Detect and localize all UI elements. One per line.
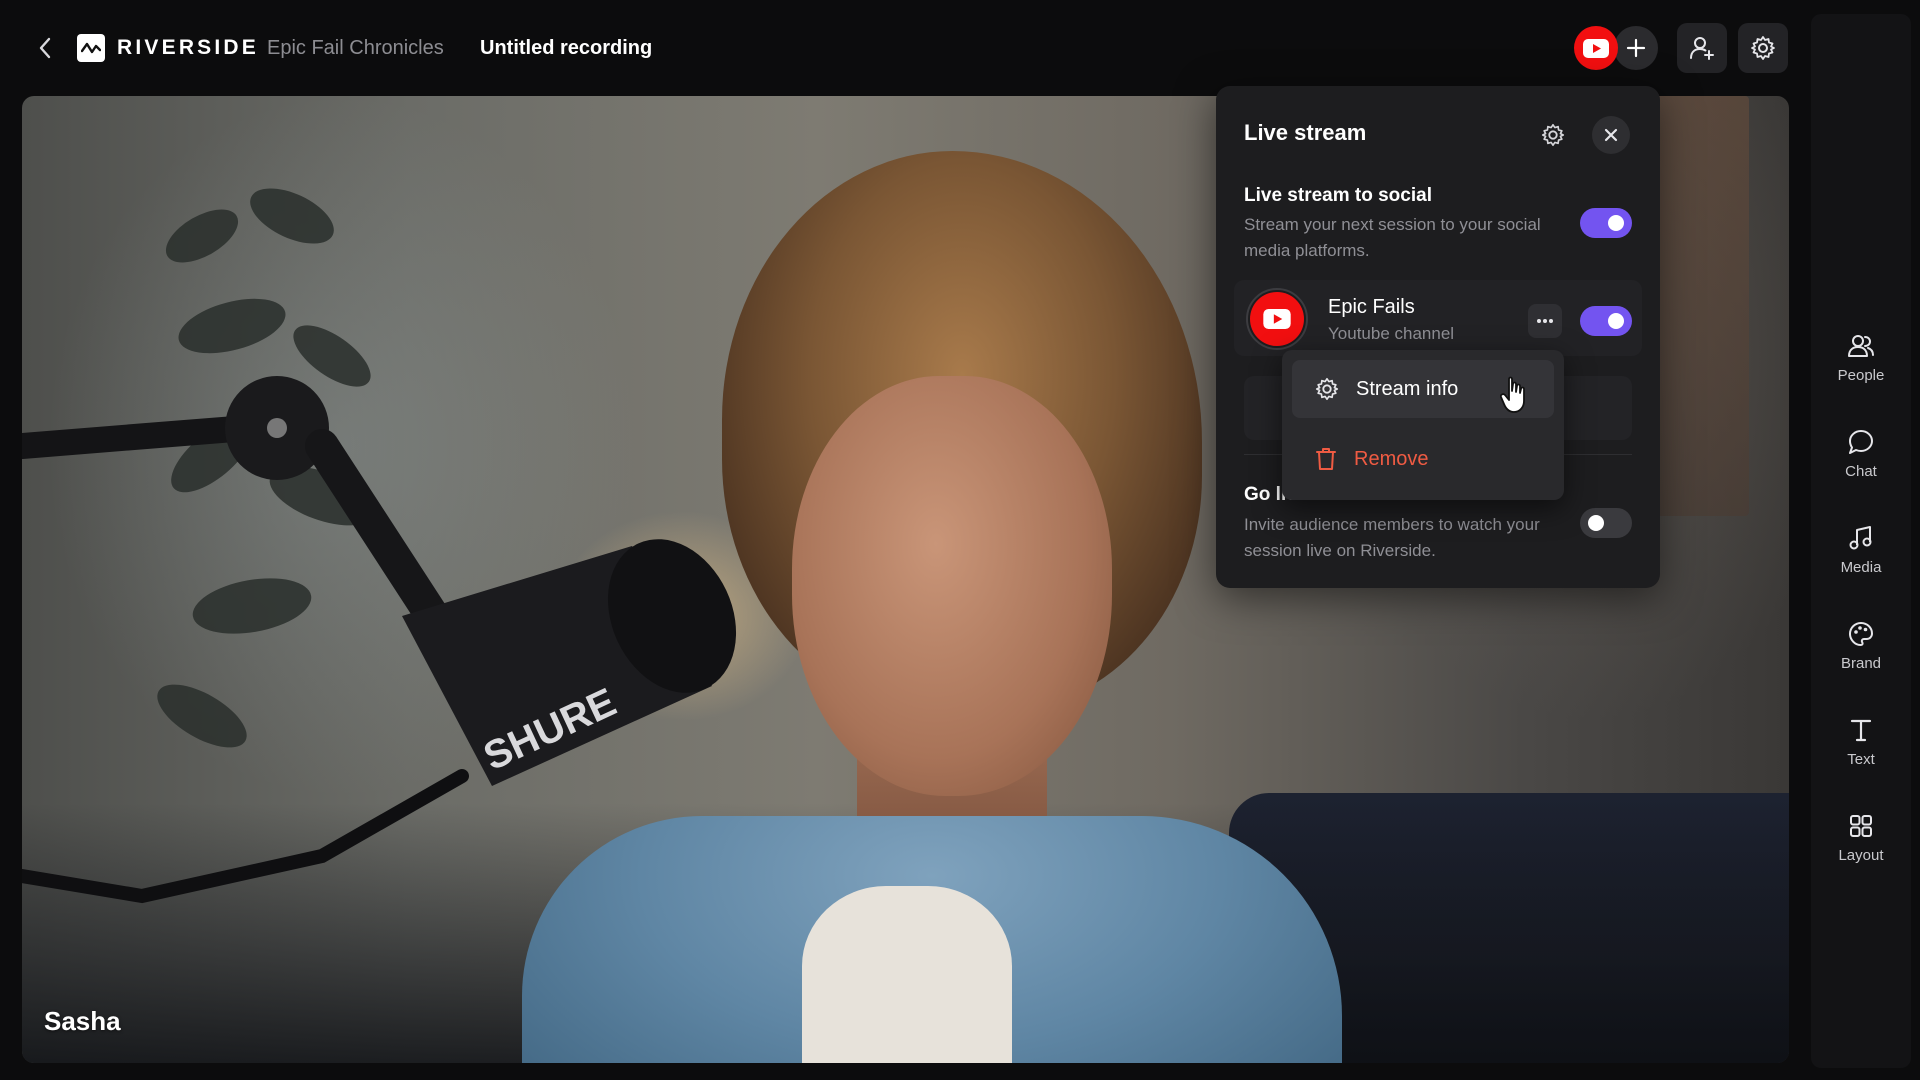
- trash-icon: [1316, 448, 1336, 470]
- top-bar: RIVERSIDE Epic Fail Chronicles Untitled …: [0, 0, 1805, 96]
- rail-item-layout[interactable]: Layout: [1811, 798, 1911, 878]
- gear-icon: [1751, 36, 1775, 60]
- plus-icon: [1626, 38, 1646, 58]
- settings-button[interactable]: [1738, 23, 1788, 73]
- youtube-live-button[interactable]: [1574, 26, 1618, 70]
- person-undershirt: [802, 886, 1012, 1063]
- rail-item-label: Brand: [1840, 655, 1882, 672]
- person-face: [792, 376, 1112, 796]
- menu-item-label: Stream info: [1356, 377, 1459, 400]
- riverside-section-description: Invite audience members to watch your se…: [1244, 515, 1540, 560]
- microphone: SHURE: [22, 376, 737, 904]
- channel-name: Epic Fails: [1328, 296, 1415, 318]
- grid-icon: [1850, 815, 1872, 837]
- back-button[interactable]: [30, 31, 60, 65]
- participant-name-label: Sasha: [44, 1006, 121, 1036]
- more-horizontal-icon: [1537, 319, 1553, 323]
- rail-item-label: People: [1837, 367, 1885, 384]
- social-section-title: Live stream to social: [1244, 185, 1432, 206]
- youtube-icon: [1263, 309, 1291, 329]
- panel-title: Live stream: [1244, 120, 1367, 145]
- music-note-icon: [1849, 526, 1872, 550]
- rail-item-label: Media: [1840, 559, 1882, 576]
- live-stream-panel: Live stream Live stream to social Stream…: [1216, 86, 1660, 588]
- channel-stream-toggle[interactable]: [1580, 306, 1632, 336]
- channel-type: Youtube channel: [1328, 324, 1455, 343]
- menu-item-remove[interactable]: Remove: [1292, 430, 1554, 488]
- palette-icon: [1849, 622, 1873, 646]
- menu-item-label: Remove: [1354, 447, 1429, 470]
- toggle-knob: [1588, 515, 1604, 531]
- riverside-logo-mark-icon: [77, 34, 105, 62]
- social-stream-toggle[interactable]: [1580, 208, 1632, 238]
- rail-item-people[interactable]: People: [1811, 318, 1911, 398]
- toggle-knob: [1608, 313, 1624, 329]
- text-icon: [1850, 719, 1872, 742]
- channel-more-options-button[interactable]: [1528, 304, 1562, 338]
- gear-icon: [1541, 123, 1565, 147]
- add-user-icon: [1690, 37, 1714, 60]
- rail-item-label: Text: [1847, 751, 1875, 768]
- social-section-description: Stream your next session to your social …: [1244, 215, 1541, 260]
- live-stream-settings-button[interactable]: [1536, 118, 1570, 152]
- breadcrumb-project[interactable]: Epic Fail Chronicles: [267, 37, 444, 60]
- riverside-logo[interactable]: RIVERSIDE: [77, 34, 259, 62]
- add-destination-button[interactable]: [1614, 26, 1658, 70]
- rail-item-label: Layout: [1838, 847, 1884, 864]
- rail-item-media[interactable]: Media: [1811, 510, 1911, 590]
- close-icon: [1604, 128, 1618, 142]
- brand-name: RIVERSIDE: [117, 36, 259, 59]
- rail-item-text[interactable]: Text: [1811, 702, 1911, 782]
- chevron-left-icon: [39, 37, 51, 59]
- rail-item-label: Chat: [1845, 463, 1877, 480]
- rail-item-brand[interactable]: Brand: [1811, 606, 1911, 686]
- people-icon: [1848, 335, 1874, 357]
- channel-avatar: [1246, 288, 1308, 350]
- close-panel-button[interactable]: [1592, 116, 1630, 154]
- youtube-icon: [1583, 38, 1609, 58]
- invite-people-button[interactable]: [1677, 23, 1727, 73]
- rail-item-chat[interactable]: Chat: [1811, 414, 1911, 494]
- chat-icon: [1849, 430, 1873, 454]
- recording-title[interactable]: Untitled recording: [480, 37, 652, 60]
- studio-side-rail: People Chat Media Brand Text Layout: [1811, 14, 1911, 1068]
- hand-cursor-icon: [1500, 376, 1525, 413]
- channel-options-menu: Stream info Remove: [1282, 350, 1564, 500]
- toggle-knob: [1608, 215, 1624, 231]
- riverside-live-toggle[interactable]: [1580, 508, 1632, 538]
- gear-icon: [1315, 377, 1339, 401]
